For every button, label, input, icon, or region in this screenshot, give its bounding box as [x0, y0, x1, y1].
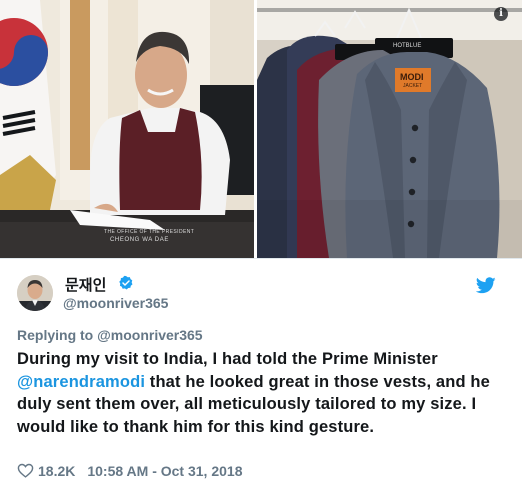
tweet-timestamp[interactable]: 10:58 AM - Oct 31, 2018 [87, 463, 242, 479]
twitter-bird-icon[interactable] [476, 277, 496, 294]
photo-caption-small: THE OFFICE OF THE PRESIDENT [104, 229, 195, 235]
reply-context: Replying to @moonriver365 [17, 327, 203, 343]
tweet-text-part1: During my visit to India, I had told the… [17, 350, 438, 368]
tweet-footer: 18.2K 10:58 AM - Oct 31, 2018 [17, 462, 242, 479]
info-icon[interactable]: i [494, 7, 508, 21]
photo-president-at-desk[interactable]: THE OFFICE OF THE PRESIDENT CHEONG WA DA… [0, 0, 254, 258]
tweet-text: During my visit to India, I had told the… [17, 348, 512, 438]
photo-caption: CHEONG WA DAE [110, 237, 169, 243]
president-photo-illustration [0, 0, 254, 258]
reply-prefix: Replying to [17, 327, 94, 343]
tweet-card: 문재인 @moonriver365 Replying to @moonriver… [0, 258, 522, 497]
tweet-media[interactable]: THE OFFICE OF THE PRESIDENT CHEONG WA DA… [0, 0, 522, 258]
like-count[interactable]: 18.2K [38, 463, 75, 479]
reply-handle-link[interactable]: @moonriver365 [97, 327, 202, 343]
vest-tag-sub: JACKET [403, 83, 423, 89]
heart-icon[interactable] [17, 462, 34, 479]
display-name[interactable]: 문재인 [65, 274, 106, 295]
verified-icon [119, 275, 133, 290]
vest-tag-brand: MODI [400, 72, 424, 82]
photo-vests-on-hangers[interactable]: MODI JACKET HOTBLUE [257, 0, 522, 258]
avatar[interactable] [17, 275, 53, 311]
vests-photo-illustration [257, 0, 522, 258]
user-handle[interactable]: @moonriver365 [63, 295, 168, 311]
mention-link[interactable]: @narendramodi [17, 373, 145, 391]
hanger-label: HOTBLUE [393, 43, 422, 49]
avatar-image [17, 275, 53, 311]
